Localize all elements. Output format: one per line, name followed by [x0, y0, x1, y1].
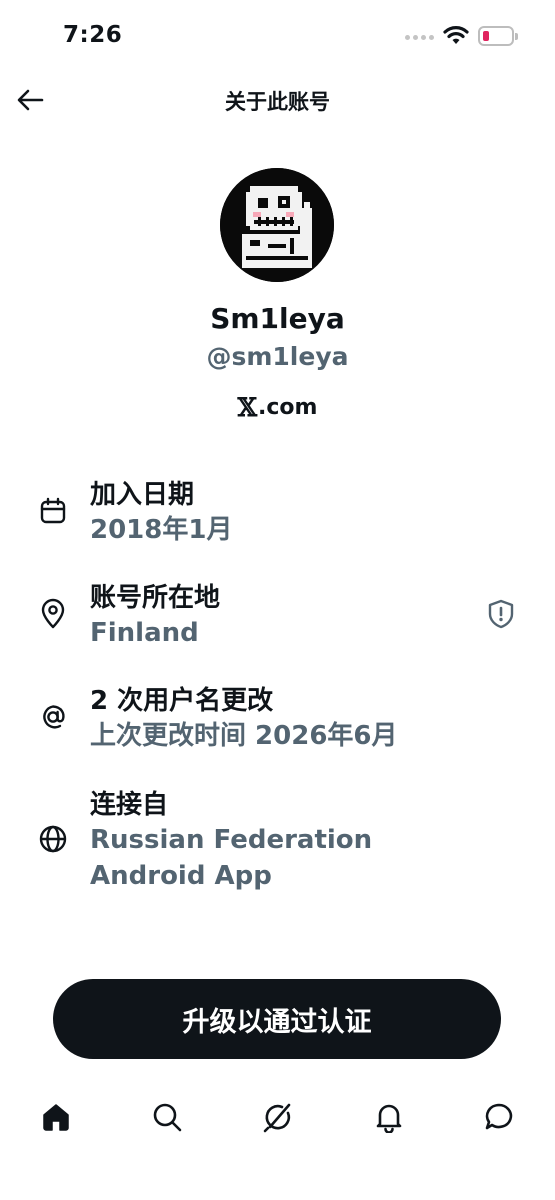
bottom-tab-bar	[0, 1085, 555, 1149]
tab-grok[interactable]	[256, 1095, 300, 1139]
bell-icon	[376, 1104, 402, 1133]
home-icon	[43, 1104, 69, 1131]
cellular-signal-icon	[405, 35, 434, 40]
status-time: 7:26	[63, 22, 123, 48]
joined-date-label: 加入日期	[90, 480, 195, 510]
joined-date-value: 2018年1月	[90, 515, 233, 545]
username-changes-row: 2 次用户名更改 上次更改时间 2026年6月	[0, 680, 555, 760]
site-label: 𝕏 .com	[0, 393, 555, 422]
at-sign-icon	[36, 700, 70, 734]
connected-from-country: Russian Federation	[90, 825, 373, 855]
calendar-icon	[36, 494, 70, 528]
tab-notifications[interactable]	[367, 1095, 411, 1139]
globe-icon	[36, 822, 70, 856]
avatar[interactable]	[220, 168, 334, 282]
account-location-value: Finland	[90, 618, 199, 648]
site-domain: .com	[257, 395, 318, 420]
tab-search[interactable]	[145, 1095, 189, 1139]
search-icon	[153, 1103, 182, 1132]
status-bar: 7:26	[0, 0, 555, 70]
account-location-row: 账号所在地 Finland	[0, 577, 555, 657]
username-handle: @sm1leya	[206, 342, 349, 371]
wifi-icon	[443, 26, 469, 44]
message-icon	[485, 1103, 513, 1130]
x-logo: 𝕏	[237, 393, 257, 422]
shield-alert-icon[interactable]	[484, 597, 518, 631]
battery-icon	[478, 26, 518, 46]
connected-from-client: Android App	[90, 861, 272, 891]
tab-messages[interactable]	[477, 1095, 521, 1139]
header: 关于此账号	[0, 70, 555, 130]
connected-from-label: 连接自	[90, 790, 169, 820]
joined-date-row: 加入日期 2018年1月	[0, 474, 555, 554]
avatar-image	[220, 168, 334, 282]
username-changes-value: 上次更改时间 2026年6月	[90, 721, 398, 751]
battery-level	[483, 31, 489, 41]
get-verified-button[interactable]: 升级以通过认证	[53, 979, 501, 1059]
display-name: Sm1leya	[210, 302, 345, 335]
tab-home[interactable]	[34, 1095, 78, 1139]
grok-icon	[263, 1103, 291, 1133]
account-location-label: 账号所在地	[90, 583, 221, 613]
location-pin-icon	[36, 597, 70, 631]
page-title: 关于此账号	[225, 90, 330, 114]
connected-from-row: 连接自 Russian Federation Android App	[0, 784, 555, 900]
username-changes-label: 2 次用户名更改	[90, 686, 274, 716]
